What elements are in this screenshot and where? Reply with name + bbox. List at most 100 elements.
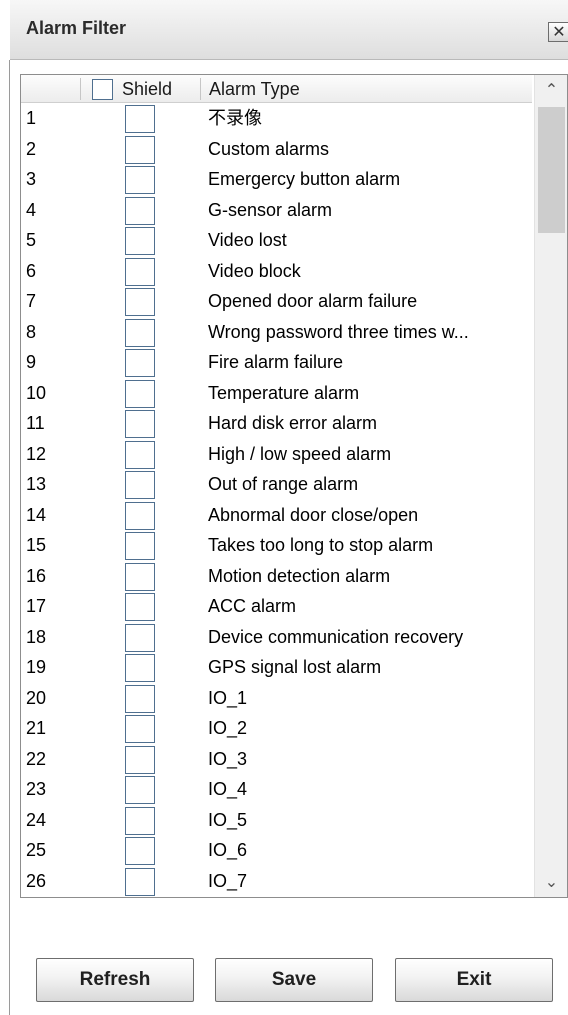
- row-number: 10: [26, 382, 47, 403]
- shield-checkbox[interactable]: [125, 135, 155, 164]
- vertical-scrollbar[interactable]: ⌃ ⌄: [534, 75, 567, 897]
- select-all-checkbox[interactable]: [92, 79, 113, 100]
- alarm-type-label: Takes too long to stop alarm: [208, 535, 434, 555]
- shield-checkbox[interactable]: [125, 684, 155, 713]
- shield-checkbox[interactable]: [125, 227, 155, 255]
- table-row[interactable]: 19 GPS signal lost alarm: [21, 653, 532, 684]
- table-row[interactable]: 5 Video lost: [21, 226, 532, 257]
- shield-checkbox[interactable]: [125, 867, 155, 896]
- table-row[interactable]: 14 Abnormal door close/open: [21, 501, 532, 532]
- alarm-type-label: IO_5: [208, 809, 248, 830]
- table-row[interactable]: 22 IO_3: [21, 745, 532, 776]
- table-row[interactable]: 23 IO_4: [21, 775, 532, 806]
- table-body: 1 不录像 2 Custom alarms 3 Emergercy button alar…: [21, 104, 532, 898]
- alarm-type-label: IO_3: [208, 748, 248, 769]
- table-row[interactable]: 7 Opened door alarm failure: [21, 287, 532, 318]
- table-row[interactable]: 2 Custom alarms: [21, 135, 532, 166]
- shield-checkbox[interactable]: [125, 806, 155, 835]
- table-row[interactable]: 26 IO_7: [21, 867, 532, 898]
- column-header-shield[interactable]: Shield: [122, 78, 172, 100]
- dialog-title: Alarm Filter: [26, 18, 127, 38]
- shield-checkbox[interactable]: [125, 166, 155, 194]
- table-row[interactable]: 10 Temperature alarm: [21, 379, 532, 410]
- row-number: 13: [26, 474, 47, 494]
- row-number: 12: [26, 443, 47, 464]
- alarm-filter-dialog: Alarm Filter ✕ Shield Alarm Type 1 不录像 2 Cu…: [0, 0, 568, 1015]
- table-row[interactable]: 8 Wrong password three times w...: [21, 318, 532, 349]
- row-number: 24: [26, 809, 47, 830]
- shield-checkbox[interactable]: [125, 837, 155, 865]
- title-bar[interactable]: Alarm Filter ✕: [10, 0, 568, 60]
- close-button[interactable]: ✕: [548, 22, 568, 42]
- column-header-alarm-type[interactable]: Alarm Type: [209, 78, 300, 100]
- shield-checkbox[interactable]: [125, 318, 155, 347]
- table-row[interactable]: 12 High / low speed alarm: [21, 440, 532, 471]
- table-row[interactable]: 3 Emergercy button alarm: [21, 165, 532, 196]
- shield-checkbox[interactable]: [125, 440, 155, 469]
- shield-checkbox[interactable]: [125, 715, 155, 743]
- alarm-type-label: Hard disk error alarm: [208, 413, 378, 433]
- save-button[interactable]: Save: [215, 958, 373, 1002]
- row-number: 14: [26, 504, 47, 525]
- table-row[interactable]: 9 Fire alarm failure: [21, 348, 532, 379]
- shield-checkbox[interactable]: [125, 349, 155, 377]
- scrollbar-thumb[interactable]: [538, 107, 565, 233]
- alarm-type-label: Out of range alarm: [208, 474, 359, 494]
- alarm-type-label: GPS signal lost alarm: [208, 657, 382, 677]
- table-row[interactable]: 16 Motion detection alarm: [21, 562, 532, 593]
- table-row[interactable]: 20 IO_1: [21, 684, 532, 715]
- column-separator[interactable]: [200, 78, 201, 100]
- shield-checkbox[interactable]: [125, 501, 155, 530]
- row-number: 6: [26, 260, 37, 281]
- alarm-type-table: Shield Alarm Type 1 不录像 2 Custom alarms 3 Eme…: [20, 74, 568, 898]
- row-number: 21: [26, 718, 47, 738]
- shield-checkbox[interactable]: [125, 471, 155, 499]
- refresh-button[interactable]: Refresh: [36, 958, 194, 1002]
- shield-checkbox[interactable]: [125, 562, 155, 591]
- row-number: 7: [26, 291, 37, 311]
- row-number: 15: [26, 535, 47, 555]
- close-icon: ✕: [552, 22, 566, 41]
- shield-checkbox[interactable]: [125, 532, 155, 560]
- chevron-up-icon: ⌃: [544, 80, 559, 99]
- shield-checkbox[interactable]: [125, 410, 155, 438]
- table-row[interactable]: 6 Video block: [21, 257, 532, 288]
- scroll-down-button[interactable]: ⌄: [535, 867, 567, 897]
- row-number: 17: [26, 596, 47, 616]
- table-row[interactable]: 17 ACC alarm: [21, 592, 532, 623]
- alarm-type-label: Device communication recovery: [208, 626, 464, 647]
- shield-checkbox[interactable]: [125, 745, 155, 774]
- table-row[interactable]: 18 Device communication recovery: [21, 623, 532, 654]
- shield-checkbox[interactable]: [125, 379, 155, 408]
- table-row[interactable]: 4 G-sensor alarm: [21, 196, 532, 227]
- table-row[interactable]: 24 IO_5: [21, 806, 532, 837]
- column-separator[interactable]: [80, 78, 81, 100]
- table-row[interactable]: 21 IO_2: [21, 714, 532, 745]
- exit-button[interactable]: Exit: [395, 958, 553, 1002]
- scroll-up-button[interactable]: ⌃: [535, 75, 567, 105]
- shield-checkbox[interactable]: [125, 593, 155, 621]
- shield-checkbox[interactable]: [125, 776, 155, 804]
- shield-checkbox[interactable]: [125, 288, 155, 316]
- row-number: 2: [26, 138, 37, 159]
- alarm-type-label: Opened door alarm failure: [208, 291, 418, 311]
- alarm-type-label: IO_2: [208, 718, 248, 738]
- alarm-type-label: Emergercy button alarm: [208, 169, 401, 189]
- table-row[interactable]: 15 Takes too long to stop alarm: [21, 531, 532, 562]
- alarm-type-label: G-sensor alarm: [208, 199, 333, 220]
- table-row[interactable]: 11 Hard disk error alarm: [21, 409, 532, 440]
- shield-checkbox[interactable]: [125, 105, 155, 133]
- alarm-type-label: Temperature alarm: [208, 382, 360, 403]
- chevron-down-icon: ⌄: [544, 872, 559, 891]
- alarm-type-label: Abnormal door close/open: [208, 504, 419, 525]
- row-number: 23: [26, 779, 47, 799]
- table-row[interactable]: 13 Out of range alarm: [21, 470, 532, 501]
- table-row[interactable]: 1 不录像: [21, 104, 532, 135]
- table-row[interactable]: 25 IO_6: [21, 836, 532, 867]
- alarm-type-label: 不录像: [208, 108, 262, 128]
- shield-checkbox[interactable]: [125, 654, 155, 682]
- shield-checkbox[interactable]: [125, 623, 155, 652]
- alarm-type-label: IO_1: [208, 687, 248, 708]
- shield-checkbox[interactable]: [125, 257, 155, 286]
- shield-checkbox[interactable]: [125, 196, 155, 225]
